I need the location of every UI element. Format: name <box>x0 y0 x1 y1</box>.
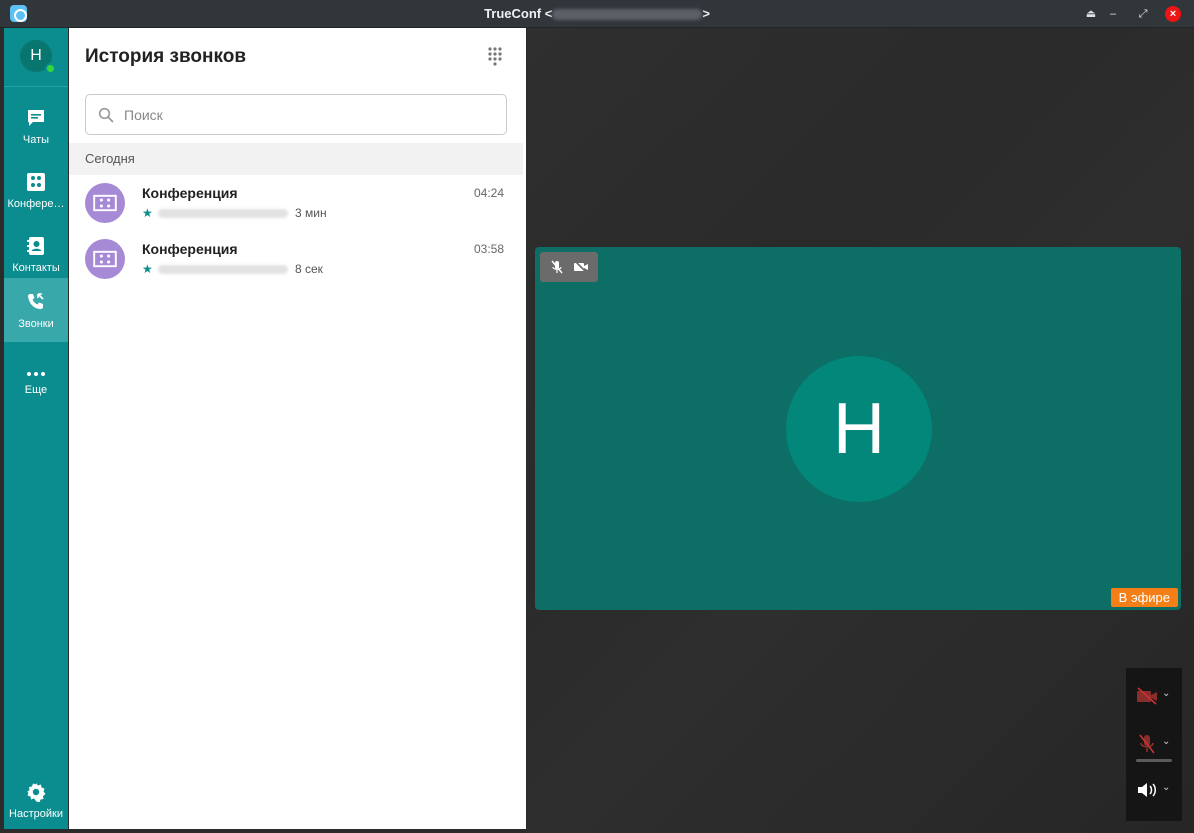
date-section-header: Сегодня <box>69 143 523 175</box>
redacted-participant <box>158 209 288 218</box>
sidebar-item-more[interactable]: Еще <box>4 350 68 414</box>
speaker-button[interactable]: ⌄ <box>1126 770 1182 810</box>
search-icon <box>98 107 114 123</box>
call-duration: 8 сек <box>295 262 323 276</box>
mic-level-bar <box>1136 759 1172 762</box>
minimize-button[interactable]: – <box>1105 6 1121 22</box>
redacted-participant <box>158 265 288 274</box>
keep-above-button[interactable]: ⏏ <box>1083 6 1099 22</box>
conference-icon <box>27 173 45 191</box>
chat-icon <box>28 110 44 126</box>
star-icon: ★ <box>142 206 153 220</box>
online-status-indicator <box>45 63 56 74</box>
camera-toggle-button[interactable]: ⌄ <box>1126 676 1182 716</box>
participant-video-tile[interactable]: H В эфире <box>535 247 1181 610</box>
window-title: TrueConf < > <box>0 6 1194 21</box>
more-icon <box>27 372 45 376</box>
title-bar: TrueConf < > ⏏ – ⤢ × <box>0 0 1194 28</box>
media-controls: ⌄ ⌄ ⌄ <box>1126 668 1182 821</box>
call-history-row[interactable]: Конференция 04:24 ★ 3 мин <box>69 175 523 231</box>
chevron-down-icon[interactable]: ⌄ <box>1162 736 1170 747</box>
sidebar-item-label: Звонки <box>18 318 54 330</box>
participant-status-badges <box>540 252 598 282</box>
conference-avatar <box>85 239 125 279</box>
conference-icon <box>93 250 117 268</box>
chevron-down-icon[interactable]: ⌄ <box>1162 782 1170 793</box>
user-avatar[interactable]: H <box>20 40 56 74</box>
search-input[interactable] <box>124 104 494 126</box>
sidebar-item-conferences[interactable]: Конфере… <box>4 158 68 222</box>
page-title: История звонков <box>85 46 247 67</box>
sidebar-divider <box>4 86 68 87</box>
chevron-down-icon[interactable]: ⌄ <box>1162 688 1170 699</box>
sidebar-item-contacts[interactable]: Контакты <box>4 222 68 286</box>
sidebar-item-calls[interactable]: Звонки <box>4 278 68 342</box>
sidebar-item-label: Контакты <box>12 262 60 274</box>
sidebar-item-settings[interactable]: Настройки <box>4 768 68 832</box>
sidebar-item-label: Еще <box>24 384 48 396</box>
close-button[interactable]: × <box>1165 6 1181 22</box>
calls-icon <box>28 293 44 309</box>
conference-icon <box>93 194 117 212</box>
star-icon: ★ <box>142 262 153 276</box>
mic-muted-icon <box>551 260 563 274</box>
sidebar-item-label: Чаты <box>22 134 50 146</box>
sidebar-item-label: Настройки <box>9 808 63 820</box>
dialpad-icon[interactable] <box>487 47 503 67</box>
user-initial: H <box>30 47 42 64</box>
sidebar: H Чаты Конфере… Контакты Звонки Еще Наст… <box>4 28 68 829</box>
search-box <box>85 94 507 135</box>
gear-icon <box>27 783 46 802</box>
call-name: Конференция <box>142 241 238 257</box>
call-history-panel: История звонков Сегодня Конференция 04:2… <box>69 28 526 829</box>
call-time: 03:58 <box>473 242 504 256</box>
call-history-row[interactable]: Конференция 03:58 ★ 8 сек <box>69 231 523 287</box>
camera-off-icon <box>1137 687 1157 705</box>
mic-muted-icon <box>1139 734 1155 754</box>
sidebar-item-chats[interactable]: Чаты <box>4 94 68 158</box>
redacted-account <box>552 9 703 21</box>
call-name: Конференция <box>142 185 238 201</box>
sidebar-item-label: Конфере… <box>7 198 65 210</box>
microphone-toggle-button[interactable]: ⌄ <box>1126 724 1182 764</box>
call-duration: 3 мин <box>295 206 327 220</box>
participant-avatar: H <box>786 356 932 502</box>
call-time: 04:24 <box>473 186 504 200</box>
maximize-button[interactable]: ⤢ <box>1135 6 1151 22</box>
camera-off-icon <box>574 260 588 274</box>
contacts-icon <box>27 237 44 255</box>
speaker-icon <box>1138 783 1156 797</box>
window-title-prefix: TrueConf < <box>484 6 553 21</box>
conference-avatar <box>85 183 125 223</box>
window-title-suffix: > <box>702 6 710 21</box>
live-badge: В эфире <box>1110 588 1178 607</box>
